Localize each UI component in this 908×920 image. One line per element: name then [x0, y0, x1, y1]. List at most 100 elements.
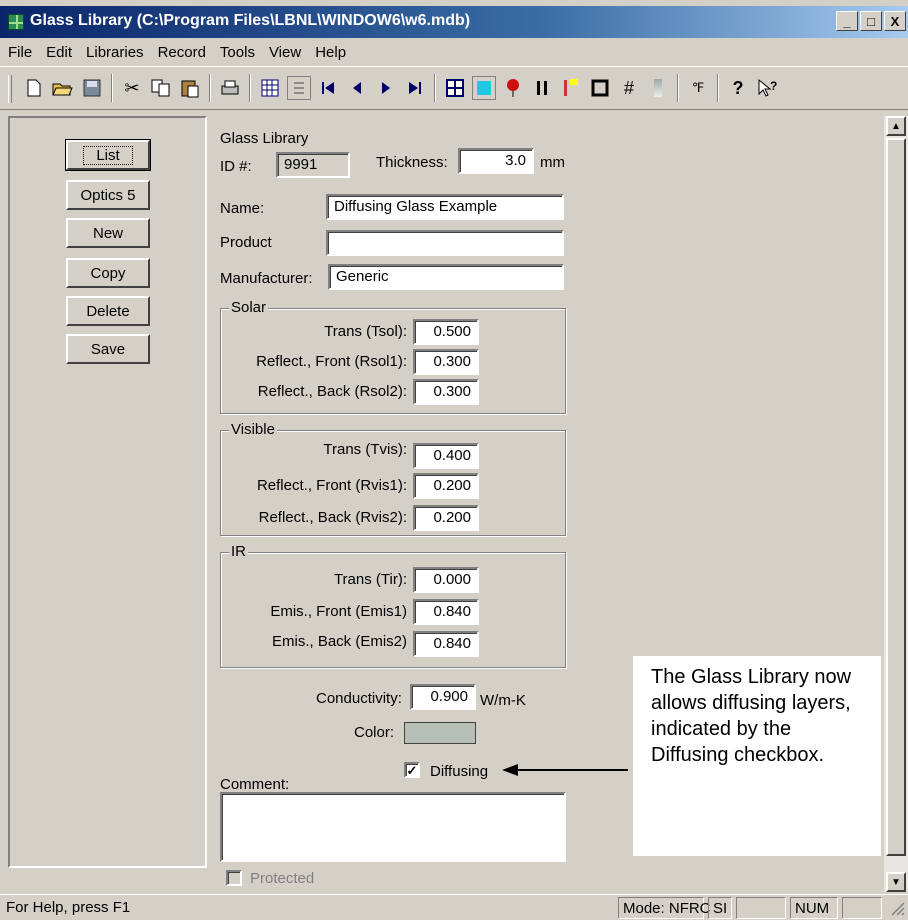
copy-button[interactable]: Copy [66, 258, 150, 288]
comment-field[interactable] [220, 792, 566, 862]
rvis2-label: Reflect., Back (Rvis2): [258, 509, 407, 526]
open-folder-icon[interactable] [51, 76, 75, 100]
toolbar-separator [209, 74, 211, 102]
protected-checkbox [226, 870, 242, 886]
first-record-icon[interactable] [316, 76, 340, 100]
pause-icon[interactable] [530, 76, 554, 100]
scroll-down-button[interactable]: ▼ [886, 872, 906, 892]
emis2-field[interactable]: 0.840 [413, 631, 479, 657]
scroll-up-button[interactable]: ▲ [886, 116, 906, 136]
menu-bar: File Edit Libraries Record Tools View He… [0, 40, 908, 64]
close-button[interactable]: X [884, 11, 906, 31]
resize-grip-icon[interactable] [890, 901, 906, 917]
diffusing-checkbox[interactable]: ✓ [404, 762, 420, 778]
svg-text:?: ? [770, 79, 777, 93]
minimize-button[interactable]: _ [836, 11, 858, 31]
save-disk-icon[interactable] [80, 76, 104, 100]
tvis-field[interactable]: 0.400 [413, 443, 479, 469]
tsol-label: Trans (Tsol): [324, 323, 407, 340]
maximize-button[interactable]: □ [860, 11, 882, 31]
optics-button[interactable]: Optics 5 [66, 180, 150, 210]
color-swatch[interactable] [404, 722, 476, 744]
grid-view-icon[interactable] [258, 76, 282, 100]
diffusing-checkmark: ✓ [406, 762, 418, 778]
print-icon[interactable] [218, 76, 242, 100]
menu-file[interactable]: File [8, 44, 32, 61]
title-bar: Glass Library (C:\Program Files\LBNL\WIN… [0, 6, 908, 38]
legend-icon[interactable] [559, 76, 583, 100]
gradient-icon[interactable] [646, 76, 670, 100]
rsol2-field[interactable]: 0.300 [413, 379, 479, 405]
emis1-label: Emis., Front (Emis1) [270, 603, 407, 620]
annotation-callout: The Glass Library now allows diffusing l… [633, 656, 881, 856]
thickness-label: Thickness: [376, 154, 448, 171]
rvis2-field[interactable]: 0.200 [413, 505, 479, 531]
ir-group-title: IR [229, 543, 248, 560]
next-record-icon[interactable] [374, 76, 398, 100]
menu-help[interactable]: Help [315, 44, 346, 61]
app-grid-icon [8, 14, 24, 30]
menu-view[interactable]: View [269, 44, 301, 61]
status-mode: Mode: NFRC [618, 897, 711, 919]
list-button[interactable]: List [65, 139, 151, 171]
tvis-label: Trans (Tvis): [323, 441, 407, 458]
new-file-icon[interactable] [22, 76, 46, 100]
rvis1-field[interactable]: 0.200 [413, 473, 479, 499]
context-help-icon[interactable]: ? [755, 76, 779, 100]
toolbar: ✂ # ℉ ? ? [0, 66, 908, 110]
comment-label: Comment: [220, 776, 290, 793]
manufacturer-label: Manufacturer: [220, 270, 313, 287]
conductivity-field[interactable]: 0.900 [410, 684, 476, 710]
vertical-scrollbar[interactable]: ▲ ▼ [884, 116, 908, 892]
manufacturer-field[interactable]: Generic [328, 264, 564, 290]
name-field[interactable]: Diffusing Glass Example [326, 194, 564, 220]
help-icon[interactable]: ? [726, 76, 750, 100]
toolbar-separator [677, 74, 679, 102]
product-label: Product [220, 234, 272, 251]
tir-label: Trans (Tir): [333, 571, 407, 588]
toolbar-separator [249, 74, 251, 102]
status-help-text: For Help, press F1 [6, 899, 131, 916]
cut-scissors-icon[interactable]: ✂ [120, 76, 144, 100]
menu-libraries[interactable]: Libraries [86, 44, 144, 61]
status-units: SI [708, 897, 732, 919]
menu-edit[interactable]: Edit [46, 44, 72, 61]
prev-record-icon[interactable] [345, 76, 369, 100]
menu-tools[interactable]: Tools [220, 44, 255, 61]
toolbar-separator [717, 74, 719, 102]
protected-label: Protected [250, 870, 315, 887]
paste-icon[interactable] [178, 76, 202, 100]
color-icon[interactable] [472, 76, 496, 100]
emis1-field[interactable]: 0.840 [413, 599, 479, 625]
thickness-unit: mm [540, 154, 565, 171]
id-label: ID #: [220, 158, 252, 175]
tsol-field[interactable]: 0.500 [413, 319, 479, 345]
frame-icon[interactable] [588, 76, 612, 100]
solar-group: Solar Trans (Tsol): 0.500 Reflect., Fron… [220, 299, 566, 414]
menu-record[interactable]: Record [158, 44, 206, 61]
copy-icon[interactable] [149, 76, 173, 100]
toolbar-grip[interactable] [8, 75, 12, 103]
status-pane-empty [736, 897, 786, 919]
save-button[interactable]: Save [66, 334, 150, 364]
list-view-icon[interactable] [287, 76, 311, 100]
record-button-panel: List Optics 5 New Copy Delete Save [8, 116, 207, 868]
toolbar-separator [111, 74, 113, 102]
new-button[interactable]: New [66, 218, 150, 248]
conductivity-label: Conductivity: [316, 690, 402, 707]
scroll-thumb[interactable] [886, 138, 906, 856]
hash-icon[interactable]: # [617, 76, 641, 100]
temperature-units-icon[interactable]: ℉ [686, 76, 710, 100]
thickness-field[interactable]: 3.0 [458, 148, 534, 174]
status-bar: For Help, press F1 Mode: NFRC SI NUM [0, 894, 908, 920]
balloon-icon[interactable] [501, 76, 525, 100]
last-record-icon[interactable] [403, 76, 427, 100]
rsol1-field[interactable]: 0.300 [413, 349, 479, 375]
delete-button[interactable]: Delete [66, 296, 150, 326]
solar-group-title: Solar [229, 299, 269, 316]
visible-group: Visible Trans (Tvis): 0.400 Reflect., Fr… [220, 421, 566, 536]
table-icon[interactable] [443, 76, 467, 100]
tir-field[interactable]: 0.000 [413, 567, 479, 593]
product-field[interactable] [326, 230, 564, 256]
visible-group-title: Visible [229, 421, 277, 438]
